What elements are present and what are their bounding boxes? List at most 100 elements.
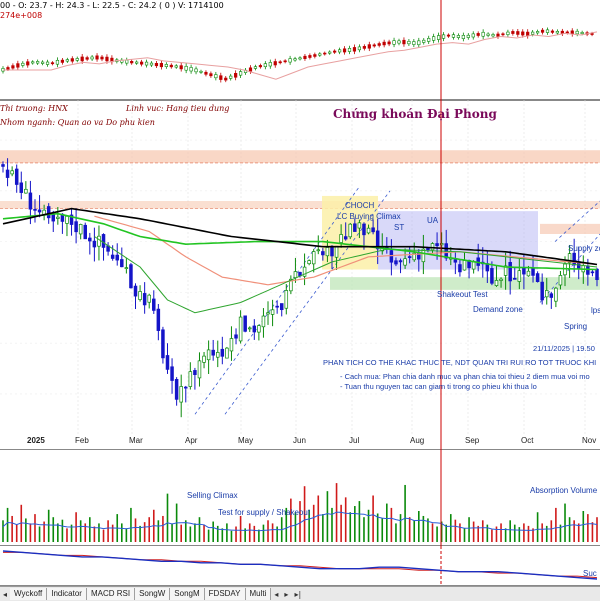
price-candle-body (307, 260, 311, 265)
volume-bar (89, 517, 91, 542)
tab-songm[interactable]: SongM (170, 588, 205, 600)
price-candle-body (88, 237, 92, 242)
price-candle-body (279, 303, 284, 311)
month-label: May (238, 436, 254, 445)
index-candle-body (50, 62, 55, 65)
price-candle-body (247, 327, 252, 330)
month-label: Jul (349, 436, 360, 445)
volume-bar (376, 513, 379, 542)
volume-bar (15, 524, 18, 542)
tab-nav-prev-icon[interactable]: ◂ (271, 590, 281, 599)
tab-songw[interactable]: SongW (135, 588, 171, 600)
volume-bar (372, 495, 374, 542)
index-candle-body (531, 31, 535, 35)
tab-multi[interactable]: Multi (245, 588, 272, 600)
tab-indicator[interactable]: Indicator (47, 588, 87, 600)
index-candle-body (75, 58, 79, 61)
index-candle-body (432, 36, 436, 41)
month-label: Mar (129, 436, 143, 445)
price-candle-body (517, 270, 522, 282)
price-candle-body (348, 223, 353, 238)
price-candle-body (115, 254, 119, 261)
price-candle-body (494, 280, 499, 286)
index-candle-body (422, 39, 426, 43)
shakeout-test-label: Shakeout Test (437, 290, 488, 299)
index-candle-body (199, 70, 203, 73)
price-panel[interactable] (0, 100, 600, 450)
tab-nav-left-icon[interactable]: ◂ (0, 590, 10, 599)
price-candle-body (101, 234, 106, 248)
price-candle-body (334, 245, 339, 258)
index-candle-body (456, 35, 461, 38)
index-candle-body (372, 44, 376, 47)
supply-zone-band-top (0, 150, 600, 163)
tab-nav-end-icon[interactable]: ▸| (291, 590, 304, 599)
price-candle-body (513, 278, 517, 280)
price-candle-body (142, 293, 147, 306)
index-candle-body (219, 75, 223, 80)
volume-bar (491, 529, 493, 542)
index-candle-body (476, 33, 480, 36)
index-candle-body (293, 58, 297, 61)
volume-bar (6, 507, 9, 542)
index-candle-body (174, 65, 178, 68)
index-candle-body (164, 64, 168, 67)
price-candle-body (311, 251, 316, 265)
index-candle-body (347, 48, 352, 52)
price-candle-body (202, 355, 206, 363)
index-candle-body (45, 61, 50, 65)
volume-bar (271, 523, 274, 542)
price-candle-body (83, 224, 87, 240)
price-candle-body (462, 260, 467, 271)
tab-macd-rsi[interactable]: MACD RSI (86, 588, 136, 600)
price-candle-body (389, 250, 394, 263)
spring-label: Spring (564, 322, 588, 331)
index-candle-body (125, 59, 129, 64)
index-candle-body (85, 57, 89, 60)
sector-line: Linh vuc: Hang tieu dung (126, 104, 230, 113)
volume-panel[interactable] (0, 450, 600, 546)
volume-bar (239, 515, 242, 542)
supply-zone-box-right (540, 223, 600, 234)
volume-bar (418, 511, 420, 542)
index-candle-body (412, 41, 416, 45)
index-candle-body (362, 46, 366, 49)
volume-bar (390, 507, 393, 542)
tab-fdsday[interactable]: FDSDAY (204, 588, 246, 600)
volume-bar (545, 525, 548, 542)
volume-bar (344, 497, 347, 542)
volume-bar (107, 520, 109, 542)
index-candle-body (204, 71, 208, 75)
note-bullet-1: - Cach mua: Phan chia danh muc va phan c… (340, 372, 590, 381)
price-candle-body (293, 271, 298, 278)
price-candle-body (156, 308, 161, 331)
volume-bar (568, 517, 571, 542)
price-candle-body (554, 287, 558, 302)
price-candle-body (362, 223, 366, 236)
price-candle-body (110, 254, 115, 259)
volume-bar (52, 517, 55, 542)
indicator-panel[interactable] (0, 546, 600, 586)
index-candle-body (189, 67, 193, 72)
tab-wyckoff[interactable]: Wyckoff (10, 588, 48, 600)
volume-bar (66, 528, 68, 542)
price-candle-body (165, 355, 170, 370)
volume-bar (413, 520, 416, 542)
price-candle-body (24, 188, 28, 194)
volume-bar (550, 520, 553, 542)
price-candle-body (270, 309, 275, 315)
volume-bar (472, 521, 475, 542)
tab-nav-next-icon[interactable]: ▸ (281, 590, 291, 599)
index-candle-body (135, 61, 139, 64)
index-candle-body (441, 34, 446, 39)
st-label: ST (394, 223, 405, 232)
volume-bar (331, 507, 333, 542)
price-candle-body (229, 338, 234, 352)
price-candle-body (266, 312, 270, 315)
index-candle-body (16, 63, 20, 68)
volume-bar (468, 517, 470, 542)
volume-bar (258, 529, 260, 542)
index-candle-body (545, 29, 550, 33)
index-candle-body (511, 31, 515, 34)
index-candle-body (446, 34, 451, 37)
